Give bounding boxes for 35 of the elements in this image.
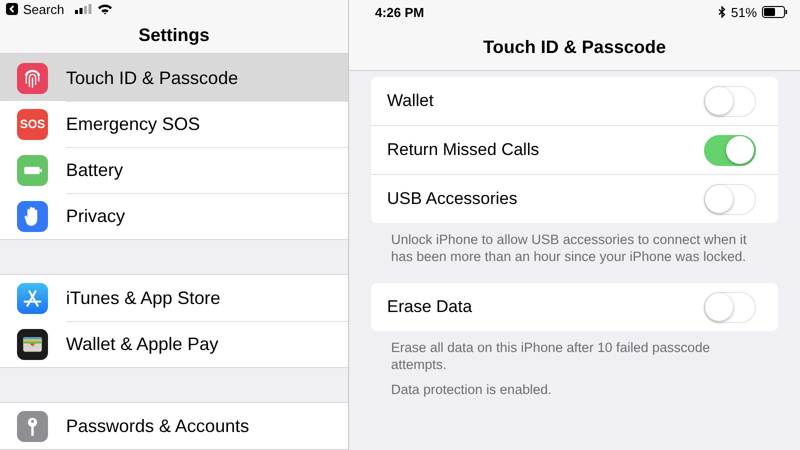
sidebar-item[interactable]: iTunes & App Store	[0, 275, 348, 321]
toggle-switch[interactable]	[704, 134, 756, 166]
sidebar-item[interactable]: Passwords & Accounts	[0, 403, 348, 449]
sidebar-item[interactable]: Touch ID & Passcode	[0, 55, 348, 101]
battery-icon	[17, 154, 48, 186]
toggle-switch[interactable]	[704, 184, 756, 214]
setting-label: Return Missed Calls	[387, 140, 540, 160]
signal-icon	[75, 4, 92, 14]
setting-label: Erase Data	[387, 297, 472, 317]
detail-title: Touch ID & Passcode	[483, 36, 666, 58]
sidebar-title: Settings	[138, 25, 210, 46]
key-icon	[17, 410, 48, 442]
setting-label: USB Accessories	[387, 189, 518, 209]
app-store-icon	[17, 282, 48, 314]
back-icon[interactable]	[6, 3, 18, 16]
sidebar-item[interactable]: SOS Emergency SOS	[0, 101, 348, 147]
sidebar-item[interactable]: Battery	[0, 147, 348, 193]
battery-percent: 51%	[730, 4, 757, 20]
back-label[interactable]: Search	[23, 2, 64, 17]
status-time: 4:26 PM	[375, 4, 424, 20]
bluetooth-icon	[718, 6, 726, 18]
sidebar-item[interactable]: Privacy	[0, 193, 348, 239]
hand-icon	[17, 200, 48, 232]
wallet-icon	[17, 328, 48, 360]
setting-label: Wallet	[387, 91, 434, 111]
footer-note: Erase all data on this iPhone after 10 failed passcode attempts.	[391, 339, 711, 373]
footer-note: Unlock iPhone to allow USB accessories to connect when it has been more than an hour since your iPhone was locked.	[391, 231, 748, 265]
battery-status-icon	[762, 6, 788, 18]
sos-icon: SOS	[17, 108, 48, 140]
toggle-switch[interactable]	[704, 292, 756, 322]
footer-note: Data protection is enabled.	[391, 381, 553, 398]
wifi-icon	[97, 3, 114, 16]
sidebar-item[interactable]: Wallet & Apple Pay	[0, 321, 348, 367]
fingerprint-icon	[17, 62, 48, 94]
toggle-switch[interactable]	[704, 86, 756, 116]
